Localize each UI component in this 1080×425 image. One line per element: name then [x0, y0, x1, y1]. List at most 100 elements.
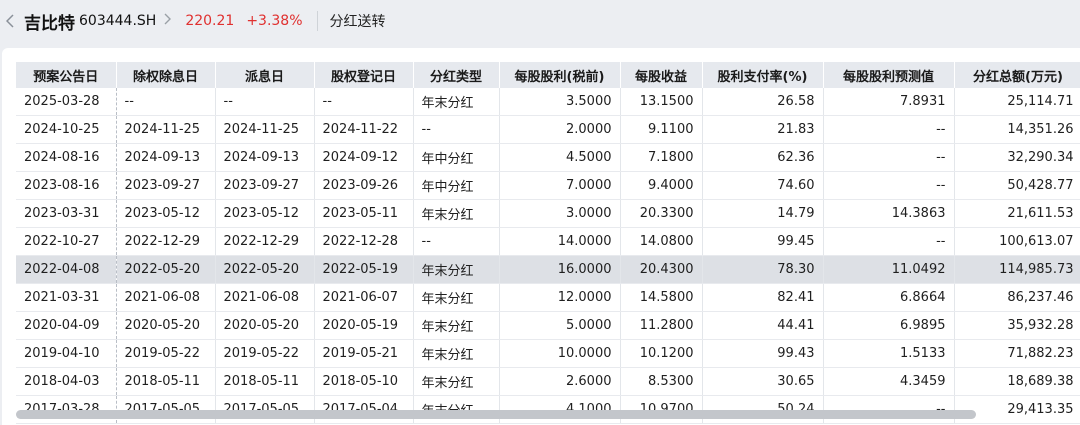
- table-cell: 2023-05-11: [314, 199, 414, 228]
- column-header[interactable]: 股权登记日: [314, 62, 414, 88]
- dividend-panel: 预案公告日 除权除息日 派息日 股权登记日 分红类型 每股股利(税前) 每股收益 股利支付率(…: [2, 48, 1080, 425]
- table-cell: 2021-06-08: [116, 283, 216, 312]
- column-header[interactable]: 除权除息日: [116, 62, 216, 88]
- table-cell: 30.65: [702, 367, 824, 396]
- chevron-right-icon[interactable]: [164, 13, 172, 29]
- table-cell: 2020-05-20: [116, 311, 216, 340]
- table-cell: 10.0000: [499, 339, 621, 368]
- table-cell: 2023-05-12: [215, 199, 315, 228]
- table-cell: 71,882.23: [954, 339, 1080, 368]
- table-cell: 2020-04-09: [16, 311, 117, 340]
- table-cell: 14.5800: [620, 283, 703, 312]
- table-cell: --: [314, 88, 414, 116]
- column-header[interactable]: 每股股利预测值: [823, 62, 955, 88]
- table-cell: 2023-03-31: [16, 199, 117, 228]
- table-cell: 5.0000: [499, 311, 621, 340]
- page-title: 分红送转: [329, 14, 386, 30]
- table-cell: 11.2800: [620, 311, 703, 340]
- table-cell: 2022-12-29: [116, 227, 216, 256]
- table-cell: 4.5000: [499, 143, 621, 172]
- table-cell: 26.58: [702, 88, 824, 116]
- table-row[interactable]: 2021-03-31 2021-06-08 2021-06-08 2021-06-07…: [16, 283, 1080, 312]
- table-cell: 44.41: [702, 311, 824, 340]
- stock-header: 吉比特 603444.SH 220.21 +3.38% 分红送转: [0, 0, 1080, 42]
- table-cell: 9.1100: [620, 115, 703, 144]
- table-row[interactable]: 2022-04-08 2022-05-20 2022-05-20 2022-05-19…: [16, 255, 1080, 284]
- table-cell: 1.5133: [823, 339, 955, 368]
- table-row[interactable]: 2023-03-31 2023-05-12 2023-05-12 2023-05-11…: [16, 199, 1080, 228]
- table-cell: 6.9895: [823, 311, 955, 340]
- table-cell: 3.5000: [499, 88, 621, 116]
- table-cell: 2019-04-10: [16, 339, 117, 368]
- column-header[interactable]: 每股股利(税前): [499, 62, 621, 88]
- table-cell: --: [823, 227, 955, 256]
- table-row[interactable]: 2022-10-27 2022-12-29 2022-12-29 2022-12-28…: [16, 227, 1080, 256]
- table-row[interactable]: 2025-03-28 -- -- -- 年末分红 3.5000 13.1500 26.58 7.…: [16, 88, 1080, 116]
- table-cell: 78.30: [702, 255, 824, 284]
- table-cell: 114,985.73: [954, 255, 1080, 284]
- table-cell: 2024-09-12: [314, 143, 414, 172]
- stock-name[interactable]: 吉比特: [24, 9, 75, 34]
- horizontal-scrollbar[interactable]: [16, 410, 976, 419]
- table-cell: 2.0000: [499, 115, 621, 144]
- table-cell: 2019-05-22: [215, 339, 315, 368]
- table-cell: 16.0000: [499, 255, 621, 284]
- table-row[interactable]: 2019-04-10 2019-05-22 2019-05-22 2019-05-21…: [16, 339, 1080, 368]
- table-cell: 12.0000: [499, 283, 621, 312]
- table-cell: 2022-05-20: [215, 255, 315, 284]
- table-cell: 21,611.53: [954, 199, 1080, 228]
- table-cell: --: [413, 227, 500, 256]
- table-cell: 50,428.77: [954, 171, 1080, 200]
- table-cell: 2023-09-26: [314, 171, 414, 200]
- table-cell: 14.3863: [823, 199, 955, 228]
- table-cell: 6.8664: [823, 283, 955, 312]
- table-cell: 14.79: [702, 199, 824, 228]
- table-row[interactable]: 2024-10-25 2024-11-25 2024-11-25 2024-11-22…: [16, 115, 1080, 144]
- table-cell: 7.8931: [823, 88, 955, 116]
- table-cell: --: [116, 88, 216, 116]
- table-cell: 21.83: [702, 115, 824, 144]
- table-row[interactable]: 2023-08-16 2023-09-27 2023-09-27 2023-09-26…: [16, 171, 1080, 200]
- table-cell: 20.3300: [620, 199, 703, 228]
- column-header[interactable]: 每股收益: [620, 62, 703, 88]
- column-header[interactable]: 派息日: [215, 62, 315, 88]
- table-cell: 25,114.71: [954, 88, 1080, 116]
- table-cell: 2023-09-27: [116, 171, 216, 200]
- table-row[interactable]: 2020-04-09 2020-05-20 2020-05-20 2020-05-19…: [16, 311, 1080, 340]
- table-cell: 82.41: [702, 283, 824, 312]
- table-cell: 2024-09-13: [116, 143, 216, 172]
- column-header[interactable]: 分红总额(万元): [954, 62, 1080, 88]
- table-cell: 年末分红: [413, 283, 500, 312]
- table-cell: 2023-09-27: [215, 171, 315, 200]
- table-cell: 100,613.07: [954, 227, 1080, 256]
- stock-code: 603444.SH: [79, 13, 157, 29]
- table-cell: --: [823, 171, 955, 200]
- table-cell: 年末分红: [413, 339, 500, 368]
- table-row[interactable]: 2018-04-03 2018-05-11 2018-05-11 2018-05-10…: [16, 367, 1080, 396]
- table-cell: 2024-11-25: [116, 115, 216, 144]
- table-cell: 10.1200: [620, 339, 703, 368]
- table-cell: 年中分红: [413, 171, 500, 200]
- table-cell: 2020-05-19: [314, 311, 414, 340]
- table-cell: 2022-12-28: [314, 227, 414, 256]
- table-cell: 年末分红: [413, 88, 500, 116]
- column-header[interactable]: 分红类型: [413, 62, 500, 88]
- table-cell: 35,932.28: [954, 311, 1080, 340]
- table-cell: 年末分红: [413, 255, 500, 284]
- table-cell: 2021-06-08: [215, 283, 315, 312]
- column-header[interactable]: 预案公告日: [16, 62, 117, 88]
- table-cell: 99.45: [702, 227, 824, 256]
- chevron-left-icon[interactable]: [6, 14, 18, 28]
- table-body: 2025-03-28 -- -- -- 年末分红 3.5000 13.1500 26.58 7.…: [16, 88, 1080, 424]
- table-cell: 18,689.38: [954, 367, 1080, 396]
- column-header[interactable]: 股利支付率(%): [702, 62, 824, 88]
- table-cell: 2.6000: [499, 367, 621, 396]
- table-row[interactable]: 2024-08-16 2024-09-13 2024-09-13 2024-09-12…: [16, 143, 1080, 172]
- table-cell: 3.0000: [499, 199, 621, 228]
- table-cell: 2018-05-11: [215, 367, 315, 396]
- table-cell: 2024-09-13: [215, 143, 315, 172]
- table-cell: 4.3459: [823, 367, 955, 396]
- table-cell: 2019-05-21: [314, 339, 414, 368]
- table-cell: 2018-04-03: [16, 367, 117, 396]
- table-cell: 2020-05-20: [215, 311, 315, 340]
